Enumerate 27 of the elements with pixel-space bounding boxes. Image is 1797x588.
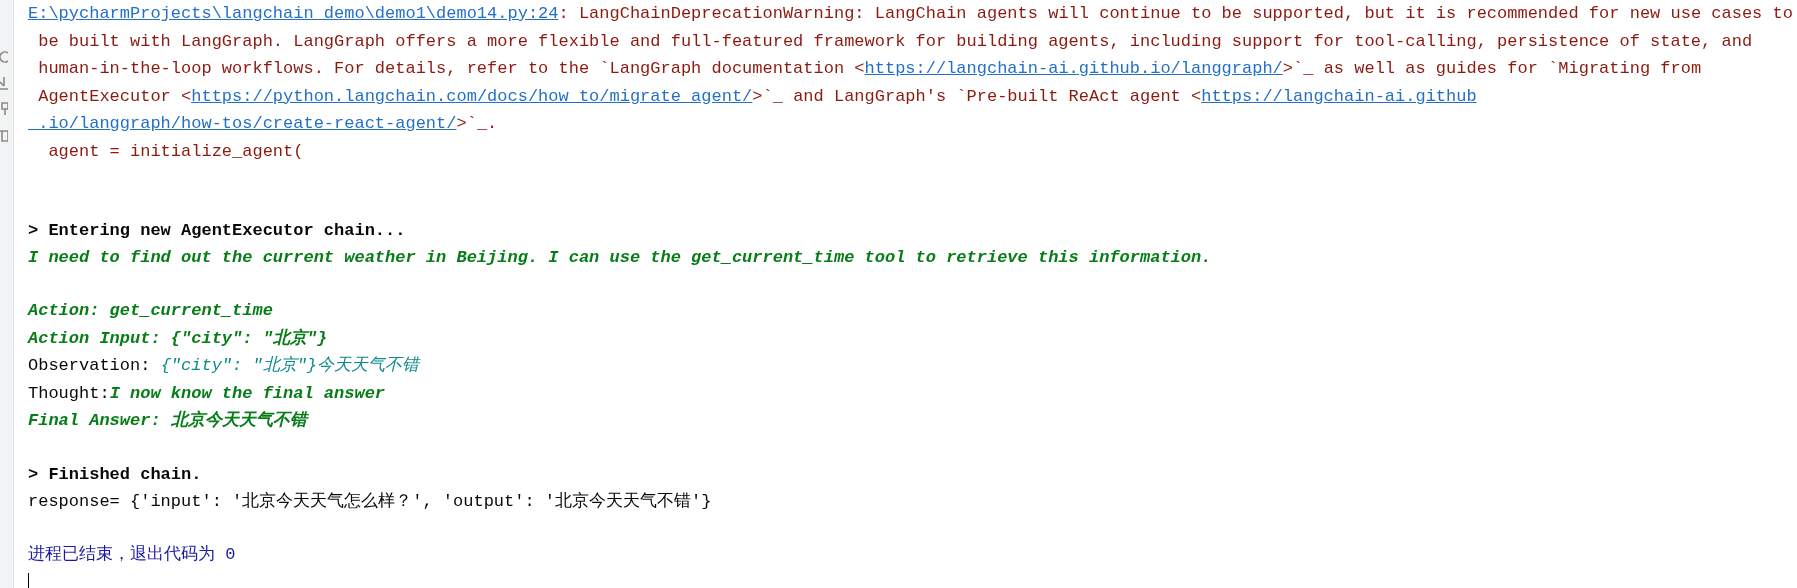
agent-text: Action Input: {"city": "北京"}	[28, 327, 328, 350]
observation-text: {"city": "北京"}今天天气不错	[160, 355, 420, 378]
agent-text: Final Answer: 北京今天天气不错	[28, 409, 307, 433]
output-text: Thought:	[28, 382, 110, 405]
text-cursor	[28, 573, 29, 588]
chain-status-text: > Finished chain.	[28, 463, 202, 486]
agent-text: Action: get_current_time	[28, 300, 273, 323]
warning-text: human-in-the-loop workflows. For details, refer to the `LangGraph documentation <	[37, 58, 865, 80]
agent-text: I now know the final answer	[109, 382, 386, 405]
url-link[interactable]: https://langchain-ai.github	[1201, 82, 1477, 110]
warning-text: : LangChainDeprecationWarning: LangChain agents will continue to be supported, but it is recommended for new use cases to	[558, 3, 1793, 25]
warning-text: be built with LangGraph. LangGraph offers a more flexible and full-featured framework for building agents, including support for tool-calling, persistence of state, and	[37, 30, 1753, 53]
url-link[interactable]: https://langchain-ai.github.io/langgraph/	[864, 55, 1283, 83]
warning-text: >`_.	[456, 113, 498, 135]
url-link[interactable]: https://python.langchain.com/docs/how_to/migrate_agent/	[191, 82, 753, 110]
file-link[interactable]: E:\pycharmProjects\langchain_demo\demo1\demo14.py:24	[28, 0, 559, 28]
agent-text: I need to find out the current weather in Beijing. I can use the get_current_time tool to retrieve this information.	[28, 247, 1212, 270]
url-link[interactable]: .io/langgraph/how-tos/create-react-agent/	[28, 110, 457, 138]
warning-text: >`_ and LangGraph's `Pre-built ReAct agent <	[752, 85, 1202, 108]
warning-text: >`_ as well as guides for `Migrating from	[1282, 58, 1702, 80]
chain-status-text: > Entering new AgentExecutor chain...	[28, 219, 406, 242]
warning-text: agent = initialize_agent(	[47, 140, 304, 163]
output-text: response= {'input': '北京今天天气怎么样？', 'output': '北京今天天气不错'}	[28, 491, 712, 514]
rerun-icon[interactable]	[0, 50, 8, 64]
exit-message: 进程已结束，退出代码为 0	[28, 544, 236, 567]
warning-text: AgentExecutor <	[37, 85, 192, 108]
output-text: Observation:	[28, 355, 152, 378]
